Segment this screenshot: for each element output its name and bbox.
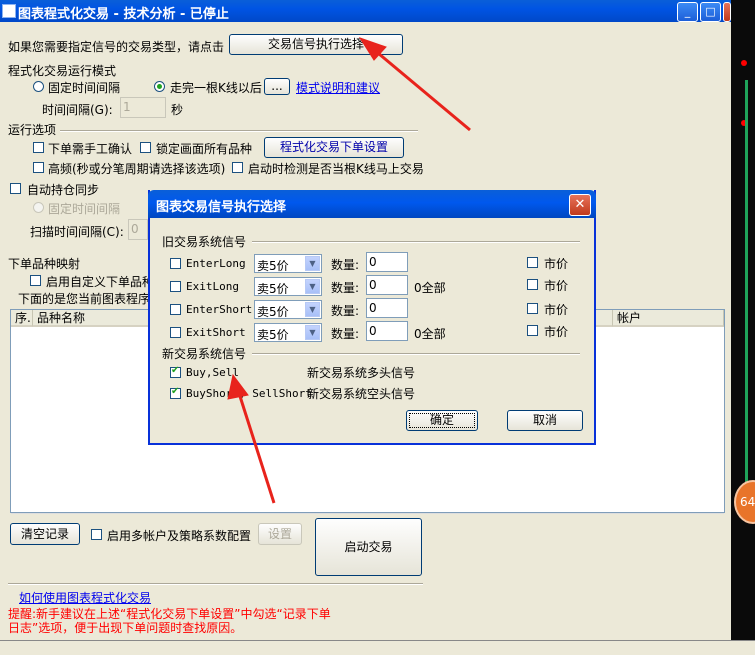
arrow-to-signal-button xyxy=(371,46,471,132)
arrow-head-icon xyxy=(227,373,249,400)
annotation-arrows xyxy=(227,37,471,504)
arrow-to-new-signals xyxy=(236,389,276,504)
